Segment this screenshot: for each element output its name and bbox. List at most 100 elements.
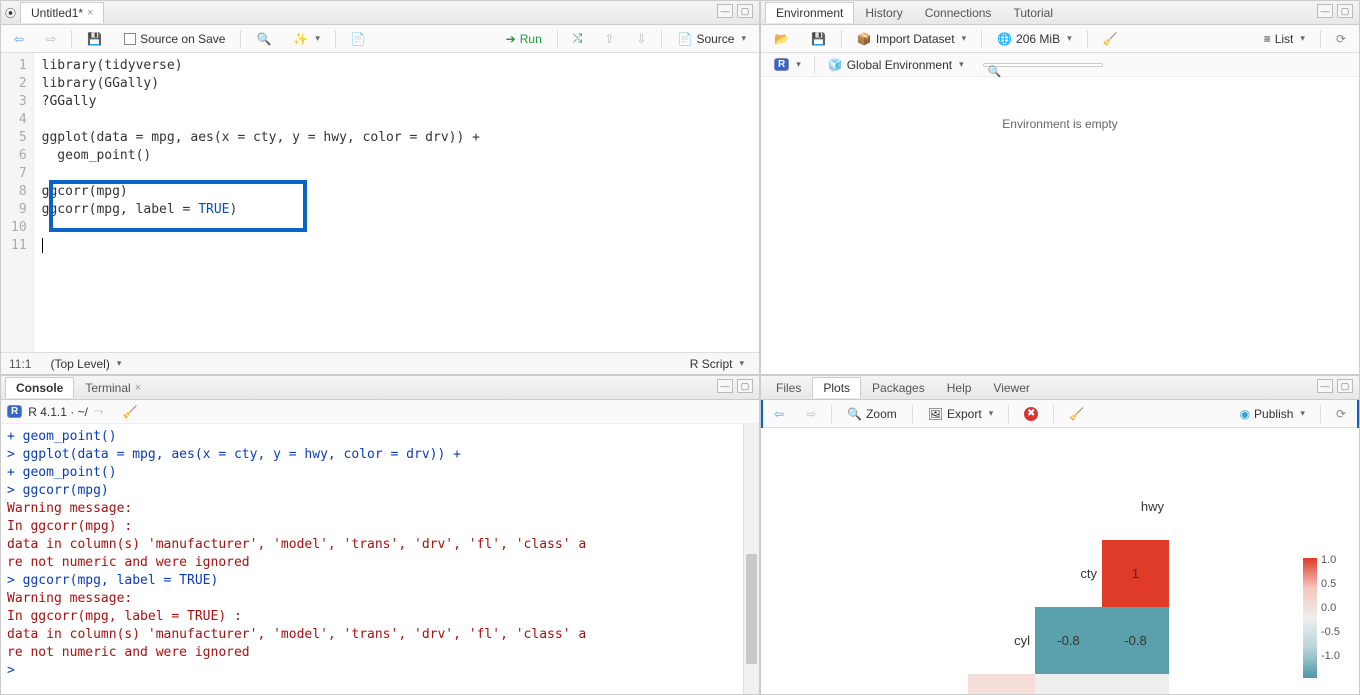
nav-icon[interactable]: ⤳ [94, 404, 104, 419]
source-tab-title: Untitled1* [31, 6, 83, 20]
memory-indicator[interactable]: 206 MiB [990, 29, 1079, 49]
separator [71, 30, 72, 48]
view-mode-button[interactable]: List [1257, 29, 1312, 49]
corr-cell: 1 [1102, 540, 1169, 607]
maximize-icon[interactable]: ▢ [737, 379, 753, 393]
open-button[interactable] [767, 29, 796, 49]
legend-tick: -0.5 [1321, 626, 1340, 638]
prev-plot-button[interactable] [767, 404, 791, 424]
corr-cell: -0.8 [1035, 607, 1102, 674]
corr-cell: 0.1 [968, 674, 1035, 695]
minimize-icon[interactable]: — [1317, 4, 1333, 18]
run-arrow-icon [506, 32, 516, 46]
zoom-label: Zoom [866, 407, 897, 421]
refresh-plot-button[interactable] [1329, 404, 1353, 424]
tab-history[interactable]: History [854, 2, 913, 23]
corr-cell: 0 [1102, 674, 1169, 695]
tab-console[interactable]: Console [5, 377, 74, 398]
maximize-icon[interactable]: ▢ [737, 4, 753, 18]
source-tab[interactable]: Untitled1* × [20, 2, 104, 23]
rerun-button[interactable] [566, 28, 590, 49]
down-section-button[interactable]: ⇩ [629, 29, 653, 49]
up-section-button[interactable]: ⇧ [597, 29, 621, 49]
source-editor[interactable]: 1234567891011 library(tidyverse)library(… [1, 53, 759, 352]
tab-environment[interactable]: Environment [765, 2, 854, 23]
console-tabbar: Console Terminal × — ▢ [1, 376, 759, 400]
cube-icon [828, 58, 843, 72]
tab-viewer[interactable]: Viewer [982, 377, 1040, 398]
clear-console-button[interactable] [116, 402, 145, 422]
global-env-button[interactable]: Global Environment [821, 55, 971, 75]
source-statusbar: 11:1 (Top Level) R Script [1, 352, 759, 374]
close-icon[interactable]: × [135, 382, 141, 394]
env-search-input[interactable] [983, 63, 1103, 67]
export-button[interactable]: Export [921, 404, 1000, 424]
clear-env-button[interactable] [1096, 29, 1125, 49]
separator [1008, 405, 1009, 423]
minimize-icon[interactable]: — [717, 379, 733, 393]
clear-plots-button[interactable] [1062, 404, 1091, 424]
code-area[interactable]: library(tidyverse)library(GGally)?GGally… [34, 53, 488, 352]
maximize-icon[interactable]: ▢ [1337, 4, 1353, 18]
next-plot-button[interactable] [799, 404, 823, 424]
tab-files[interactable]: Files [765, 377, 812, 398]
arrow-right-icon [46, 32, 56, 46]
tab-packages[interactable]: Packages [861, 377, 936, 398]
plots-pane: FilesPlotsPackagesHelpViewer — ▢ Zoom Ex… [760, 375, 1360, 695]
lang-selector[interactable]: R Script [683, 354, 751, 374]
corr-row-label: cyl [985, 633, 1030, 648]
save-button[interactable] [80, 29, 109, 49]
source-on-save-label: Source on Save [140, 32, 225, 46]
memory-label: 206 MiB [1016, 32, 1060, 46]
tab-plots[interactable]: Plots [812, 377, 861, 398]
forward-button[interactable] [39, 29, 63, 49]
legend-tick: 0.5 [1321, 578, 1340, 590]
source-btn-label: Source [696, 32, 734, 46]
tab-terminal[interactable]: Terminal × [74, 377, 152, 398]
rerun-icon [573, 31, 583, 46]
wand-button[interactable] [286, 29, 326, 49]
separator [240, 30, 241, 48]
console-header: R R 4.1.1 · ~/ ⤳ [1, 400, 759, 424]
save-env-button[interactable] [804, 29, 833, 49]
console-body[interactable]: + geom_point()> ggplot(data = mpg, aes(x… [1, 424, 759, 694]
publish-button[interactable]: Publish [1233, 404, 1312, 424]
minimize-icon[interactable]: — [1317, 379, 1333, 393]
scrollbar[interactable] [743, 424, 759, 694]
run-button[interactable]: Run [499, 29, 549, 49]
terminal-tab-label: Terminal [85, 381, 130, 395]
scope-selector[interactable]: (Top Level) [43, 354, 128, 374]
arrow-left-icon [14, 32, 24, 46]
r-scope-button[interactable]: R R [767, 55, 808, 74]
find-button[interactable] [249, 29, 278, 49]
source-on-save-checkbox[interactable]: Source on Save [117, 29, 232, 49]
global-env-label: Global Environment [847, 58, 952, 72]
separator [1087, 30, 1088, 48]
legend-ticks: 1.00.50.0-0.5-1.0 [1321, 554, 1340, 662]
zoom-button[interactable]: Zoom [840, 404, 904, 424]
import-dataset-button[interactable]: Import Dataset [850, 29, 973, 49]
back-button[interactable] [7, 29, 31, 49]
separator [335, 30, 336, 48]
separator [831, 405, 832, 423]
outline-button[interactable] [344, 29, 373, 49]
minimize-icon[interactable]: — [717, 4, 733, 18]
r-logo-icon: R [7, 405, 22, 418]
scrollthumb[interactable] [746, 554, 757, 664]
separator [1320, 405, 1321, 423]
delete-plot-button[interactable] [1017, 404, 1045, 424]
r-logo-icon: R [774, 58, 789, 71]
plot-canvas: 1.00.50.0-0.5-1.0 hwyctycylyeardispl1-0.… [761, 428, 1359, 694]
tab-tutorial[interactable]: Tutorial [1002, 2, 1064, 23]
maximize-icon[interactable]: ▢ [1337, 379, 1353, 393]
tab-connections[interactable]: Connections [914, 2, 1003, 23]
r-file-icon: ⦿ [5, 5, 16, 21]
refresh-icon [1336, 32, 1346, 46]
close-icon[interactable]: × [87, 7, 93, 19]
source-button[interactable]: Source [670, 29, 753, 49]
tab-help[interactable]: Help [936, 377, 983, 398]
refresh-env-button[interactable] [1329, 29, 1353, 49]
corr-cell: -0.8 [1102, 607, 1169, 674]
delete-icon [1024, 407, 1038, 421]
r-version-label: R 4.1.1 · ~/ [28, 405, 88, 419]
